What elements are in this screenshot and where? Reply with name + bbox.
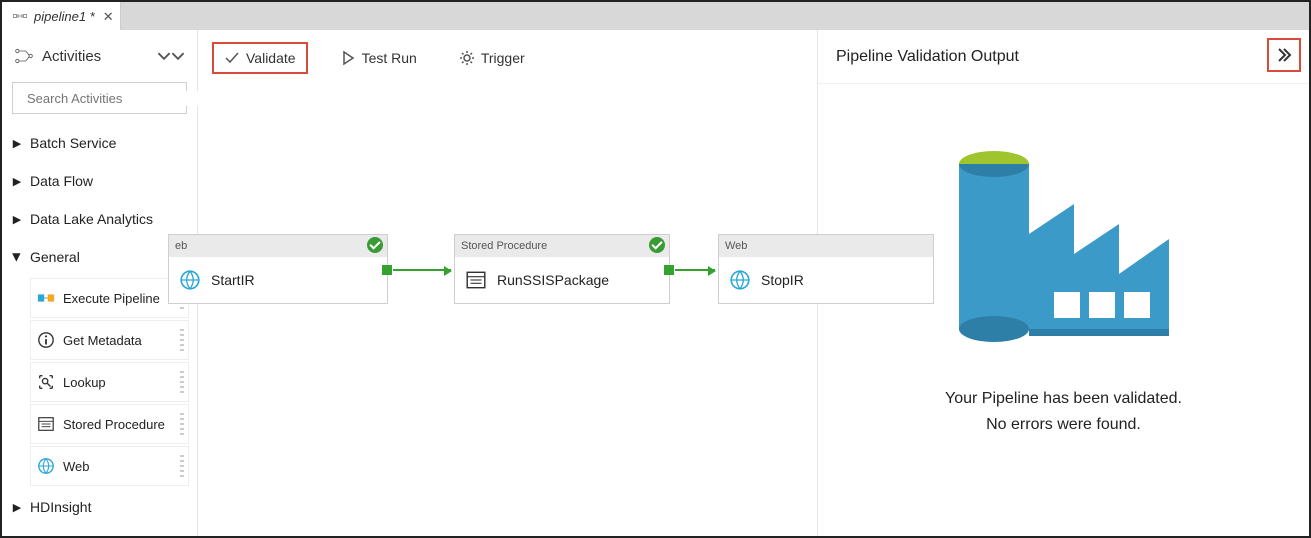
stored-procedure-icon xyxy=(465,269,487,291)
connector-2[interactable] xyxy=(675,269,715,271)
close-icon[interactable]: ✕ xyxy=(103,10,114,23)
activity-name: StartIR xyxy=(211,272,255,288)
activity-execute-pipeline[interactable]: Execute Pipeline xyxy=(30,278,189,318)
tab-title: pipeline1 * xyxy=(34,9,95,24)
status-success-icon xyxy=(367,237,383,253)
activity-stored-procedure[interactable]: Stored Procedure xyxy=(30,404,189,444)
activity-type-label: Web xyxy=(725,240,747,252)
factory-illustration xyxy=(944,124,1184,364)
info-circle-icon xyxy=(37,331,55,349)
activity-runssispackage[interactable]: Stored Procedure RunSSISPackage xyxy=(454,234,670,304)
expand-collapse-icon[interactable] xyxy=(157,49,185,63)
activity-get-metadata[interactable]: Get Metadata xyxy=(30,320,189,360)
category-batch-service[interactable]: ▶Batch Service xyxy=(2,124,197,162)
gear-icon xyxy=(459,50,475,66)
search-activities[interactable] xyxy=(12,82,187,114)
tab-bar: pipeline1 * ✕ xyxy=(2,2,1309,30)
activities-icon xyxy=(14,47,34,65)
lookup-icon xyxy=(37,373,55,391)
pipeline-icon xyxy=(12,8,28,24)
pipeline-canvas[interactable]: Validate Test Run Trigger eb StartIR xyxy=(198,30,817,536)
activity-lookup[interactable]: Lookup xyxy=(30,362,189,402)
output-port[interactable] xyxy=(664,265,674,275)
output-port[interactable] xyxy=(382,265,392,275)
execute-pipeline-icon xyxy=(37,289,55,307)
activity-web[interactable]: Web xyxy=(30,446,189,486)
globe-icon xyxy=(37,457,55,475)
test-run-button[interactable]: Test Run xyxy=(330,44,427,72)
play-icon xyxy=(340,50,356,66)
activity-type-label: Stored Procedure xyxy=(461,240,547,252)
activity-stopir[interactable]: Web StopIR xyxy=(718,234,934,304)
stored-procedure-icon xyxy=(37,415,55,433)
canvas-toolbar: Validate Test Run Trigger xyxy=(212,42,535,74)
activity-type-label: eb xyxy=(175,240,187,252)
checkmark-icon xyxy=(224,50,240,66)
validation-panel-title: Pipeline Validation Output xyxy=(836,48,1019,66)
activity-startir[interactable]: eb StartIR xyxy=(168,234,388,304)
connector-1[interactable] xyxy=(393,269,451,271)
category-data-flow[interactable]: ▶Data Flow xyxy=(2,162,197,200)
globe-icon xyxy=(729,269,751,291)
validate-button[interactable]: Validate xyxy=(212,42,308,74)
trigger-button[interactable]: Trigger xyxy=(449,44,535,72)
sidebar-heading: Activities xyxy=(42,48,101,65)
category-data-lake-analytics[interactable]: ▶Data Lake Analytics xyxy=(2,200,197,238)
category-hdinsight[interactable]: ▶HDInsight xyxy=(2,488,197,526)
pipeline-tab[interactable]: pipeline1 * ✕ xyxy=(2,2,121,30)
collapse-panel-button[interactable] xyxy=(1267,38,1301,72)
validation-message-2: No errors were found. xyxy=(945,412,1182,438)
general-sublist: Execute Pipeline Get Metadata Lookup Sto… xyxy=(2,276,197,488)
search-input[interactable] xyxy=(27,91,203,106)
validation-message-1: Your Pipeline has been validated. xyxy=(945,386,1182,412)
globe-icon xyxy=(179,269,201,291)
activity-name: RunSSISPackage xyxy=(497,272,609,288)
status-success-icon xyxy=(649,237,665,253)
activity-name: StopIR xyxy=(761,272,804,288)
chevron-right-double-icon xyxy=(1275,46,1293,64)
